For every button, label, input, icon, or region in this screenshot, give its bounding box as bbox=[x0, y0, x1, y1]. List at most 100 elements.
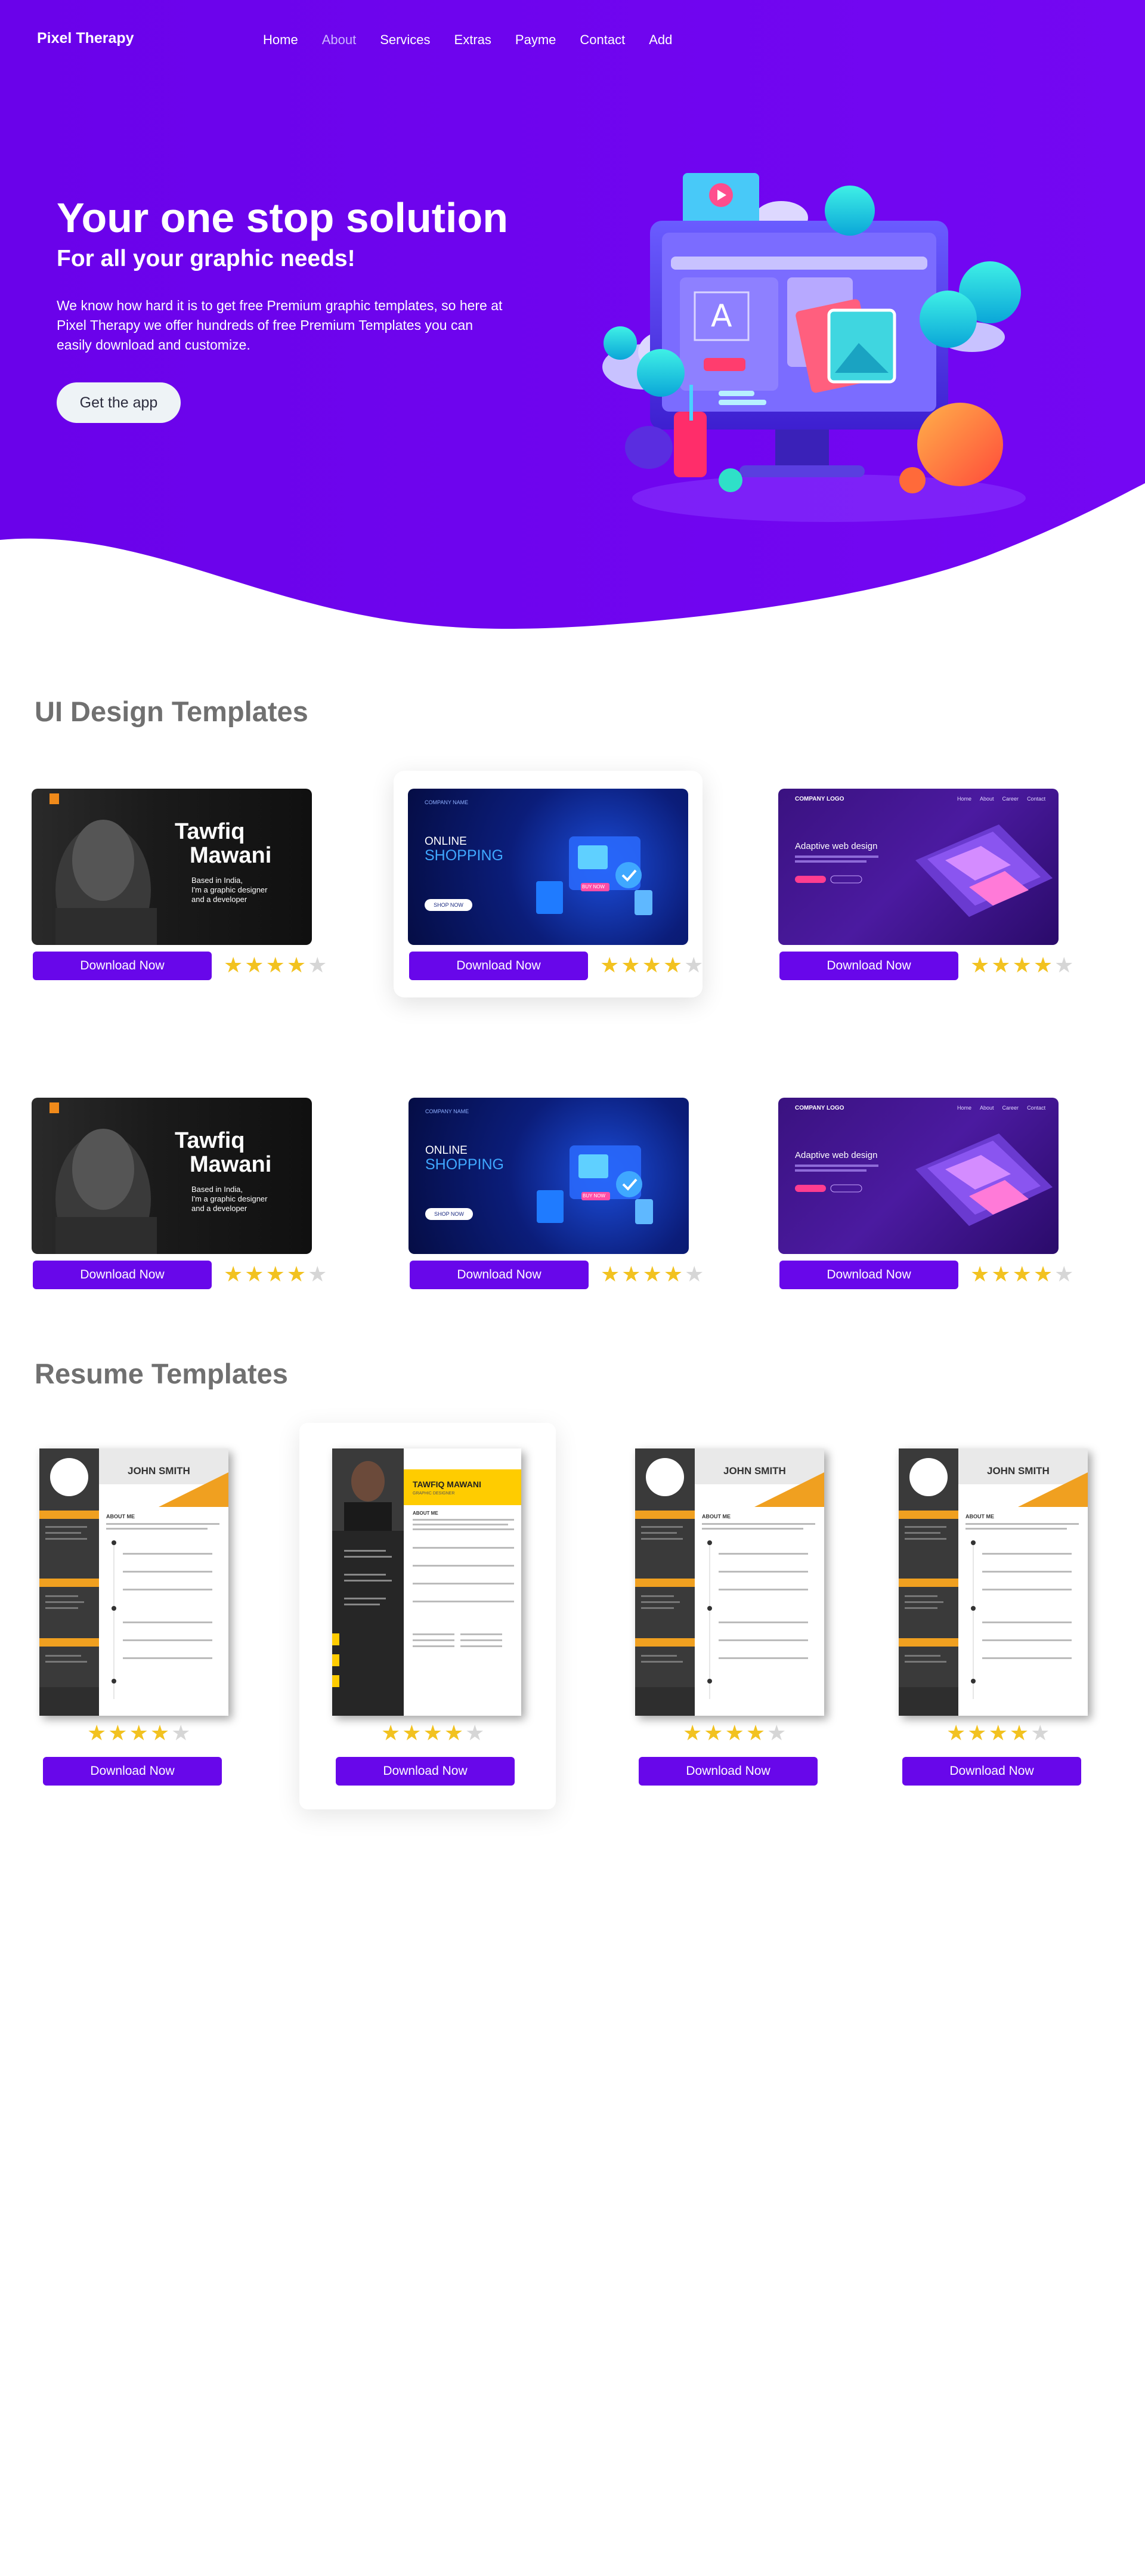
thumb-line-2: I'm a graphic designer bbox=[191, 1194, 268, 1203]
svg-text:A: A bbox=[711, 298, 732, 334]
resume-about-label: ABOUT ME bbox=[702, 1514, 731, 1519]
star-icon: ★ bbox=[970, 953, 990, 978]
ui-template-card: Tawfiq Mawani Based in India, I'm a grap… bbox=[32, 1098, 327, 1289]
star-icon: ★ bbox=[621, 1262, 641, 1287]
star-icon: ★ bbox=[1033, 1262, 1053, 1287]
template-thumbnail-shopping[interactable]: COMPANY NAME ONLINE SHOPPING SHOP NOW BU… bbox=[409, 1098, 689, 1254]
brand-logo[interactable]: Pixel Therapy bbox=[37, 30, 134, 47]
thumb-heading-first: Tawfiq bbox=[175, 819, 245, 844]
resume-name: TAWFIQ MAWANI bbox=[413, 1479, 481, 1489]
page: { "brand": {"name": "Pixel Therapy"}, "n… bbox=[0, 0, 1145, 2576]
nav-payme[interactable]: Payme bbox=[515, 32, 556, 48]
thumb-line-2: I'm a graphic designer bbox=[191, 885, 268, 894]
star-icon: ★ bbox=[704, 1721, 723, 1746]
hero-subtitle: For all your graphic needs! bbox=[57, 246, 355, 271]
star-icon: ★ bbox=[767, 1721, 787, 1746]
star-icon: ★ bbox=[1009, 1721, 1029, 1746]
download-now-button[interactable]: Download Now bbox=[33, 952, 212, 980]
isometric-graphic bbox=[795, 824, 1053, 917]
thumb-badge: BUY NOW bbox=[582, 884, 605, 889]
download-now-button[interactable]: Download Now bbox=[33, 1261, 212, 1289]
template-thumbnail-portfolio[interactable]: Tawfiq Mawani Based in India, I'm a grap… bbox=[32, 1098, 312, 1254]
resume-name: JOHN SMITH bbox=[723, 1465, 786, 1477]
download-now-button[interactable]: Download Now bbox=[779, 1261, 958, 1289]
star-icon: ★ bbox=[663, 1262, 683, 1287]
ui-template-card-featured: COMPANY NAME ONLINE SHOPPING SHOP NOW BU… bbox=[394, 771, 703, 997]
star-icon: ★ bbox=[600, 953, 620, 978]
star-icon: ★ bbox=[381, 1721, 401, 1746]
thumb-line-3: and a developer bbox=[191, 1204, 247, 1213]
star-icon: ★ bbox=[1012, 1262, 1032, 1287]
ui-template-card: Tawfiq Mawani Based in India, I'm a grap… bbox=[32, 789, 327, 980]
download-now-button[interactable]: Download Now bbox=[410, 1261, 589, 1289]
rating-stars: ★ ★ ★ ★ ★ bbox=[970, 1264, 1073, 1286]
star-icon: ★ bbox=[402, 1721, 422, 1746]
resume-thumbnail-john-smith[interactable]: JOHN SMITH ABOUT ME bbox=[899, 1448, 1088, 1716]
nav-contact[interactable]: Contact bbox=[580, 32, 625, 48]
rating-stars: ★ ★ ★ ★ ★ bbox=[87, 1723, 190, 1744]
resume-thumbnail-john-smith[interactable]: JOHN SMITH ABOUT ME bbox=[635, 1448, 824, 1716]
template-thumbnail-portfolio[interactable]: Tawfiq Mawani Based in India, I'm a grap… bbox=[32, 789, 312, 945]
star-icon: ★ bbox=[745, 1721, 766, 1746]
download-now-button[interactable]: Download Now bbox=[409, 952, 588, 980]
rating-stars: ★ ★ ★ ★ ★ bbox=[601, 1264, 704, 1286]
download-now-button[interactable]: Download Now bbox=[902, 1757, 1081, 1786]
nav-about[interactable]: About bbox=[322, 32, 357, 48]
star-icon: ★ bbox=[265, 1262, 285, 1287]
get-the-app-button[interactable]: Get the app bbox=[57, 382, 181, 423]
star-icon: ★ bbox=[245, 953, 264, 978]
template-thumbnail-adaptive[interactable]: COMPANY LOGO Home About Career Contact A… bbox=[778, 1098, 1059, 1254]
star-icon: ★ bbox=[621, 953, 640, 978]
nav-add[interactable]: Add bbox=[649, 32, 672, 48]
isometric-graphic bbox=[795, 1133, 1053, 1226]
star-icon: ★ bbox=[286, 953, 307, 978]
resume-role: GRAPHIC DESIGNER bbox=[413, 1491, 455, 1496]
star-icon: ★ bbox=[265, 953, 285, 978]
shopping-graphic bbox=[536, 836, 652, 915]
star-icon: ★ bbox=[684, 953, 704, 978]
star-icon: ★ bbox=[87, 1721, 107, 1746]
star-icon: ★ bbox=[642, 953, 661, 978]
ui-template-card: COMPANY NAME ONLINE SHOPPING SHOP NOW BU… bbox=[409, 1098, 704, 1289]
star-icon: ★ bbox=[1054, 1262, 1074, 1287]
hero-illustration: A bbox=[602, 173, 1026, 522]
resume-templates-heading: Resume Templates bbox=[35, 1358, 288, 1389]
rating-stars: ★ ★ ★ ★ ★ bbox=[224, 955, 327, 977]
star-icon: ★ bbox=[988, 1721, 1008, 1746]
template-thumbnail-adaptive[interactable]: COMPANY LOGO Home About Career Contact A… bbox=[778, 789, 1059, 945]
resume-template-card: JOHN SMITH ABOUT ME ★ ★ ★ ★ ★ Download Now bbox=[899, 1448, 1088, 1789]
star-icon: ★ bbox=[991, 1262, 1011, 1287]
rating-stars: ★ ★ ★ ★ ★ bbox=[970, 955, 1073, 977]
star-icon: ★ bbox=[108, 1721, 128, 1746]
resume-thumbnail-tawfiq-mawani[interactable]: TAWFIQ MAWANI GRAPHIC DESIGNER ABOUT ME bbox=[332, 1448, 521, 1716]
nav-home[interactable]: Home bbox=[263, 32, 298, 48]
star-icon: ★ bbox=[286, 1262, 307, 1287]
nav-services[interactable]: Services bbox=[380, 32, 430, 48]
star-icon: ★ bbox=[308, 1262, 327, 1287]
template-thumbnail-shopping[interactable]: COMPANY NAME ONLINE SHOPPING SHOP NOW BU… bbox=[408, 789, 688, 945]
download-now-button[interactable]: Download Now bbox=[779, 952, 958, 980]
star-icon: ★ bbox=[224, 953, 243, 978]
resume-graphic bbox=[635, 1448, 824, 1716]
star-icon: ★ bbox=[991, 953, 1011, 978]
star-icon: ★ bbox=[642, 1262, 662, 1287]
download-now-button[interactable]: Download Now bbox=[43, 1757, 222, 1786]
ui-template-card: COMPANY LOGO Home About Career Contact A… bbox=[778, 789, 1073, 980]
resume-template-card: JOHN SMITH ABOUT ME ★ ★ ★ ★ ★ Download Now bbox=[635, 1448, 824, 1789]
star-icon: ★ bbox=[423, 1721, 442, 1746]
nav-extras[interactable]: Extras bbox=[454, 32, 491, 48]
rating-stars: ★ ★ ★ ★ ★ bbox=[381, 1723, 484, 1744]
resume-template-card-featured: TAWFIQ MAWANI GRAPHIC DESIGNER ABOUT ME … bbox=[299, 1423, 556, 1809]
hero-section: Pixel Therapy Home About Services Extras… bbox=[0, 0, 1145, 632]
download-now-button[interactable]: Download Now bbox=[336, 1757, 515, 1786]
star-icon: ★ bbox=[725, 1721, 744, 1746]
rating-stars: ★ ★ ★ ★ ★ bbox=[224, 1264, 327, 1286]
thumb-line-1: Based in India, bbox=[191, 876, 243, 885]
star-icon: ★ bbox=[1033, 953, 1053, 978]
thumb-heading-last: Mawani bbox=[190, 843, 272, 868]
rating-stars: ★ ★ ★ ★ ★ bbox=[683, 1723, 786, 1744]
rating-stars: ★ ★ ★ ★ ★ bbox=[946, 1723, 1050, 1744]
download-now-button[interactable]: Download Now bbox=[639, 1757, 818, 1786]
resume-thumbnail-john-smith[interactable]: JOHN SMITH ABOUT ME bbox=[39, 1448, 228, 1716]
ui-template-card: COMPANY LOGO Home About Career Contact A… bbox=[778, 1098, 1073, 1289]
